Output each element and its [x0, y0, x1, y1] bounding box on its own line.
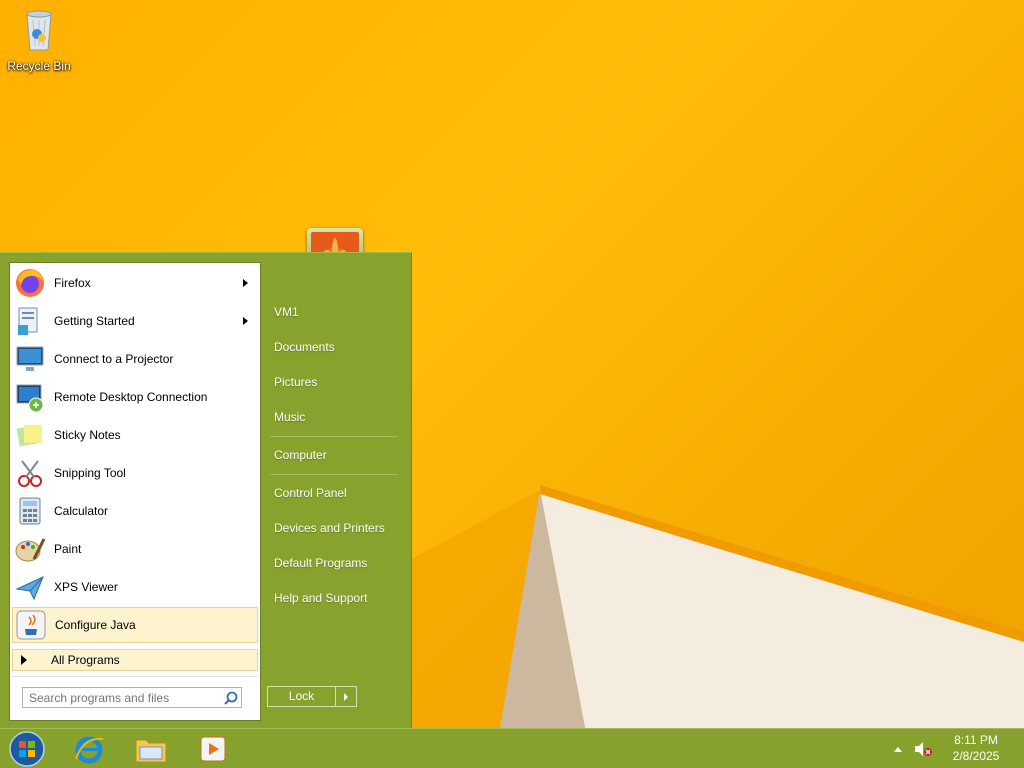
program-label: XPS Viewer: [54, 580, 118, 594]
volume-muted-icon: [915, 742, 932, 756]
right-link-label: VM1: [274, 305, 299, 319]
right-link-label: Pictures: [274, 375, 318, 389]
program-connect-projector[interactable]: Connect to a Projector: [12, 341, 258, 377]
search-input[interactable]: [27, 689, 221, 706]
right-link-documents[interactable]: Documents: [266, 334, 400, 360]
internet-explorer-icon: [75, 736, 104, 764]
paint-icon: [15, 538, 46, 562]
lock-label: Lock: [268, 687, 336, 706]
clock-date: 2/8/2025: [952, 749, 1000, 763]
start-button[interactable]: [0, 729, 54, 768]
taskbar: [0, 728, 1024, 768]
right-link-label: Control Panel: [274, 486, 347, 500]
chevron-up-icon: [894, 747, 902, 752]
search-box[interactable]: [22, 687, 242, 708]
taskbar-file-explorer[interactable]: [124, 729, 178, 768]
right-link-devices-printers[interactable]: Devices and Printers: [266, 515, 400, 541]
firefox-icon: [16, 269, 44, 297]
lock-button[interactable]: Lock: [267, 686, 357, 707]
java-icon: [16, 610, 46, 640]
right-link-default-programs[interactable]: Default Programs: [266, 550, 400, 576]
shutdown-options-button[interactable]: [336, 687, 356, 706]
program-paint[interactable]: Paint: [12, 531, 258, 567]
divider: [270, 474, 398, 475]
program-label: Calculator: [54, 504, 109, 518]
divider: [12, 676, 258, 677]
program-configure-java[interactable]: Configure Java: [12, 607, 258, 643]
program-label: Connect to a Projector: [54, 352, 174, 366]
desktop-icon-recycle-bin[interactable]: Recycle Bin: [4, 6, 74, 73]
chevron-right-icon: [344, 692, 348, 701]
calculator-icon: [19, 497, 41, 525]
sticky-notes-icon: [16, 425, 42, 447]
program-firefox[interactable]: Firefox: [12, 265, 258, 301]
expand-arrow-icon: [21, 655, 27, 665]
right-link-label: Default Programs: [274, 556, 368, 570]
right-link-music[interactable]: Music: [266, 404, 400, 430]
programs-pane: Firefox Getting Started Connect to a Pro…: [9, 262, 261, 721]
program-label: Configure Java: [55, 618, 136, 632]
program-label: Firefox: [54, 276, 91, 290]
submenu-arrow-icon: [243, 279, 248, 287]
submenu-arrow-icon: [243, 317, 248, 325]
right-link-computer[interactable]: Computer: [266, 442, 400, 468]
show-hidden-icons-button[interactable]: [886, 729, 910, 768]
snipping-tool-icon: [18, 460, 42, 487]
projector-icon: [16, 346, 44, 371]
program-sticky-notes[interactable]: Sticky Notes: [12, 417, 258, 453]
search-icon[interactable]: [223, 690, 239, 706]
start-orb-icon: [9, 731, 45, 767]
taskbar-internet-explorer[interactable]: [62, 729, 116, 768]
program-label: Getting Started: [54, 314, 135, 328]
program-calculator[interactable]: Calculator: [12, 493, 258, 529]
taskbar-media-player[interactable]: [186, 729, 240, 768]
right-link-label: Documents: [274, 340, 335, 354]
right-link-help-support[interactable]: Help and Support: [266, 585, 400, 611]
getting-started-icon: [18, 307, 38, 335]
remote-desktop-icon: [16, 384, 44, 413]
all-programs-label: All Programs: [51, 653, 120, 667]
program-xps-viewer[interactable]: XPS Viewer: [12, 569, 258, 605]
media-player-icon: [200, 736, 226, 762]
clock-time: 8:11 PM: [954, 733, 998, 747]
right-link-label: Devices and Printers: [274, 521, 385, 535]
program-label: Snipping Tool: [54, 466, 126, 480]
program-label: Sticky Notes: [54, 428, 121, 442]
program-label: Remote Desktop Connection: [54, 390, 208, 404]
right-link-label: Computer: [274, 448, 327, 462]
right-link-user[interactable]: VM1: [266, 299, 400, 325]
program-label: Paint: [54, 542, 82, 556]
right-link-label: Music: [274, 410, 306, 424]
file-explorer-icon: [135, 739, 167, 763]
volume-button[interactable]: [910, 729, 936, 768]
right-link-pictures[interactable]: Pictures: [266, 369, 400, 395]
divider: [270, 436, 398, 437]
all-programs-button[interactable]: All Programs: [12, 649, 258, 671]
program-remote-desktop[interactable]: Remote Desktop Connection: [12, 379, 258, 415]
right-link-label: Help and Support: [274, 591, 368, 605]
xps-viewer-icon: [15, 576, 44, 601]
desktop-icon-label: Recycle Bin: [7, 59, 71, 73]
program-snipping-tool[interactable]: Snipping Tool: [12, 455, 258, 491]
program-getting-started[interactable]: Getting Started: [12, 303, 258, 339]
right-link-control-panel[interactable]: Control Panel: [266, 480, 400, 506]
system-clock[interactable]: 8:11 PM 2/8/2025: [936, 732, 1016, 764]
recycle-bin-icon: [26, 10, 52, 51]
